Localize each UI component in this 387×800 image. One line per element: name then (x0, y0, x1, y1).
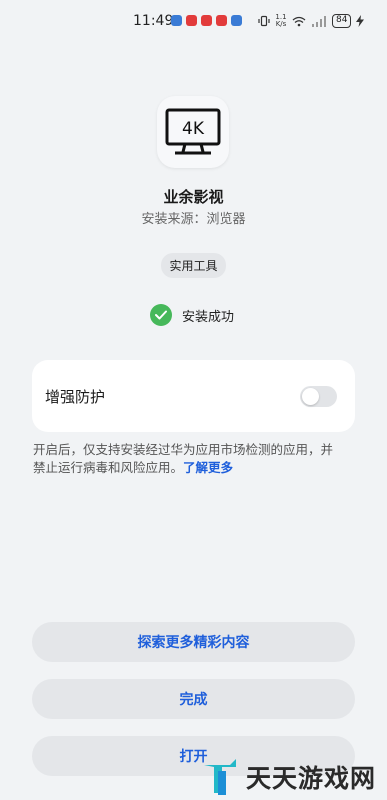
done-button[interactable]: 完成 (32, 679, 355, 719)
site-watermark: 天天游戏网 (200, 754, 387, 800)
battery-indicator: 84 (332, 14, 352, 28)
charging-icon (356, 15, 365, 27)
enhanced-protection-toggle[interactable] (300, 386, 337, 407)
signal-icon (312, 15, 326, 27)
status-bar: 11:49 1.1 K/s 84 (0, 12, 387, 32)
notification-icon (216, 15, 227, 26)
vibrate-icon (258, 15, 270, 27)
notification-icon (171, 15, 182, 26)
protection-description: 开启后，仅支持安装经过华为应用市场检测的应用，并禁止运行病毒和风险应用。了解更多 (33, 441, 338, 477)
app-icon: 4K (157, 96, 229, 168)
explore-more-button[interactable]: 探索更多精彩内容 (32, 622, 355, 662)
notification-icon (186, 15, 197, 26)
svg-text:4K: 4K (182, 119, 205, 139)
install-complete-screen: 11:49 1.1 K/s 84 4K 业余影视 安装来源：浏览器 实用工具 安… (0, 0, 387, 800)
app-name: 业余影视 (163, 188, 224, 206)
enhanced-protection-label: 增强防护 (45, 388, 106, 406)
category-chip: 实用工具 (161, 253, 226, 278)
wifi-icon (292, 16, 306, 26)
check-circle-icon (150, 304, 172, 326)
watermark-text: 天天游戏网 (246, 764, 377, 793)
toggle-knob (302, 388, 319, 405)
learn-more-link[interactable]: 了解更多 (183, 460, 233, 475)
install-source: 安装来源：浏览器 (141, 212, 246, 227)
notification-icon (201, 15, 212, 26)
system-icons: 1.1 K/s 84 (258, 13, 365, 28)
network-speed: 1.1 K/s (275, 13, 287, 28)
enhanced-protection-card: 增强防护 (32, 360, 355, 432)
watermark-logo-icon (204, 759, 236, 795)
notification-icon (231, 15, 242, 26)
status-time: 11:49 (133, 13, 174, 29)
tv-4k-icon: 4K (165, 108, 221, 155)
install-status: 安装成功 (150, 304, 234, 326)
install-status-text: 安装成功 (182, 309, 235, 325)
notification-icons (171, 15, 242, 26)
